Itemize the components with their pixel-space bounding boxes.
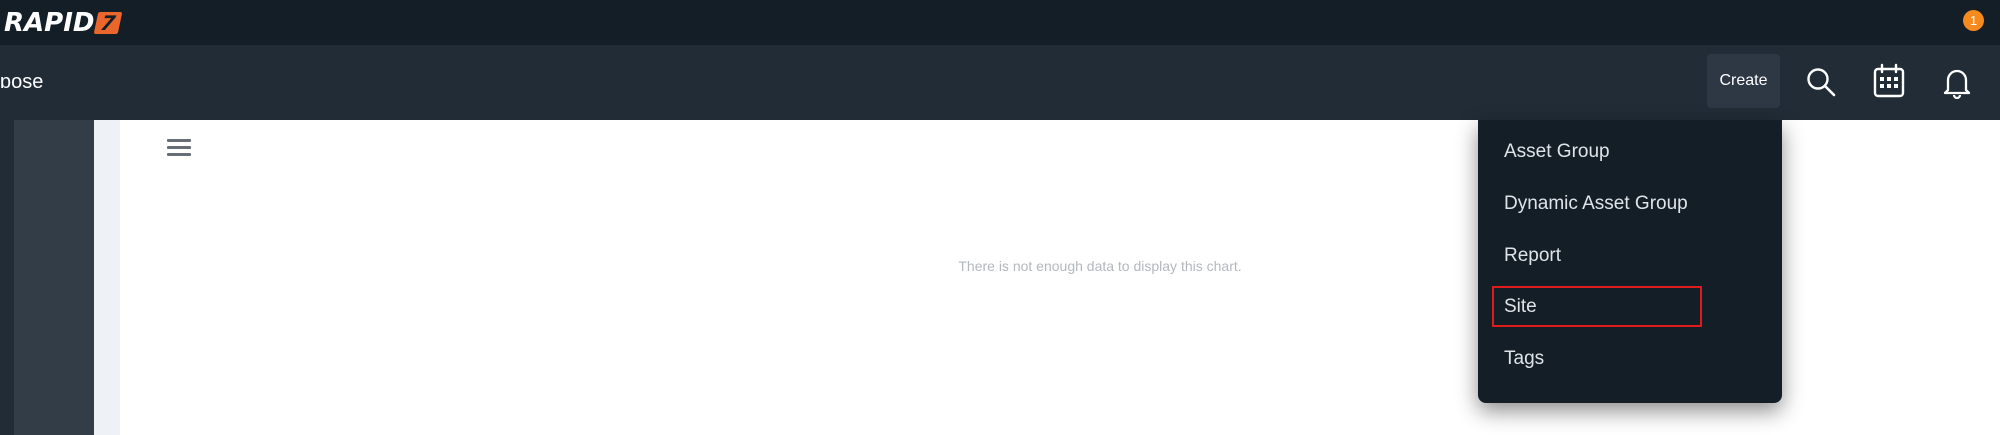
rapid7-logo[interactable]: RAPID 7 [4, 5, 123, 41]
menu-item-asset-group[interactable]: Asset Group [1504, 141, 1610, 163]
menu-item-tags[interactable]: Tags [1504, 348, 1544, 370]
left-rail [0, 120, 14, 435]
menu-item-dynamic-asset-group[interactable]: Dynamic Asset Group [1504, 193, 1688, 215]
notification-badge[interactable]: 1 [1963, 10, 1984, 31]
create-button[interactable]: Create [1707, 54, 1780, 108]
menu-item-report[interactable]: Report [1504, 245, 1561, 267]
app-name[interactable]: ɒose [0, 45, 43, 120]
hamburger-menu-icon[interactable] [167, 139, 191, 159]
bell-icon[interactable] [1940, 65, 1974, 99]
site-highlight-box [1492, 286, 1702, 327]
logo-text: RAPID [4, 8, 95, 38]
content-gutter [94, 120, 120, 435]
nav-bar: ɒose Create [0, 45, 2000, 120]
sidebar [14, 120, 94, 435]
logo-mark: 7 [94, 11, 123, 35]
create-dropdown-menu: Asset Group Dynamic Asset Group Report S… [1478, 120, 1782, 403]
chart-empty-message: There is not enough data to display this… [958, 258, 1242, 274]
top-bar: RAPID 7 [0, 0, 2000, 45]
calendar-icon[interactable] [1871, 63, 1907, 99]
search-icon[interactable] [1804, 65, 1838, 99]
